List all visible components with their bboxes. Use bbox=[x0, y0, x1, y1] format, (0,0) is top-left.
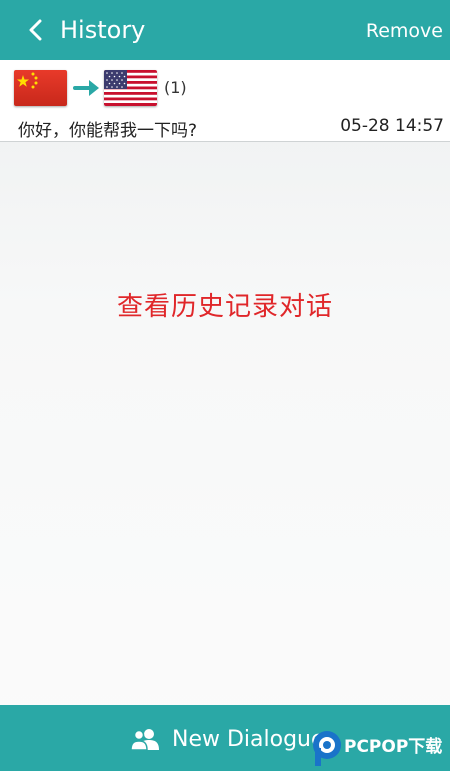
users-icon bbox=[130, 729, 159, 751]
watermark-text: PCPOP下载 bbox=[344, 737, 443, 757]
new-dialogue-label: New Dialogue bbox=[172, 727, 325, 752]
history-list-item[interactable]: (1) 你好，你能帮我一下吗? 05-28 14:57 bbox=[0, 60, 450, 142]
back-button[interactable] bbox=[22, 16, 50, 44]
usa-flag-icon bbox=[104, 70, 157, 106]
pcpop-logo-icon bbox=[313, 731, 341, 766]
header-bar: History Remove bbox=[0, 0, 450, 60]
message-timestamp: 05-28 14:57 bbox=[340, 116, 444, 136]
chevron-left-icon bbox=[29, 19, 42, 41]
china-flag-icon bbox=[14, 70, 67, 106]
watermark: PCPOP下载 bbox=[308, 724, 450, 771]
remove-button[interactable]: Remove bbox=[366, 18, 443, 44]
message-preview: 你好，你能帮我一下吗? bbox=[18, 121, 198, 141]
page-title: History bbox=[60, 16, 146, 44]
arrow-right-icon bbox=[73, 80, 99, 96]
caption-text: 查看历史记录对话 bbox=[116, 292, 333, 322]
message-count: (1) bbox=[164, 78, 187, 97]
